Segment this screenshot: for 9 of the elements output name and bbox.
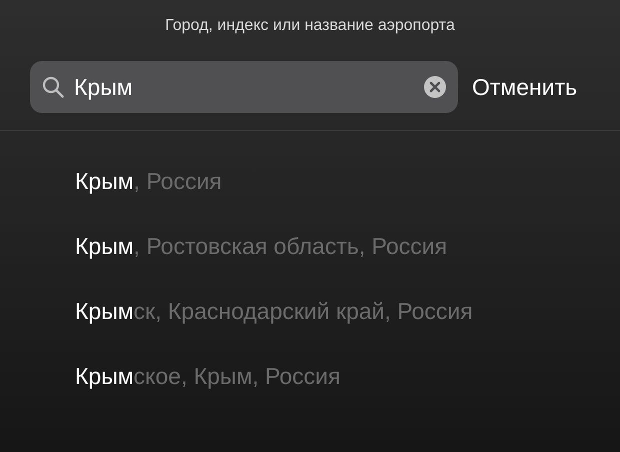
- cancel-button[interactable]: Отменить: [472, 70, 578, 104]
- search-field[interactable]: Крым: [30, 61, 458, 113]
- clear-icon[interactable]: [424, 76, 446, 98]
- search-result[interactable]: Крым, Ростовская область, Россия: [75, 229, 448, 264]
- search-result[interactable]: Крым, Россия: [75, 164, 222, 199]
- search-result[interactable]: Крымск, Краснодарский край, Россия: [75, 294, 473, 329]
- search-result[interactable]: Крымское, Крым, Россия: [75, 359, 340, 394]
- header-title: Город, индекс или название аэропорта: [165, 16, 455, 36]
- search-icon: [42, 76, 64, 98]
